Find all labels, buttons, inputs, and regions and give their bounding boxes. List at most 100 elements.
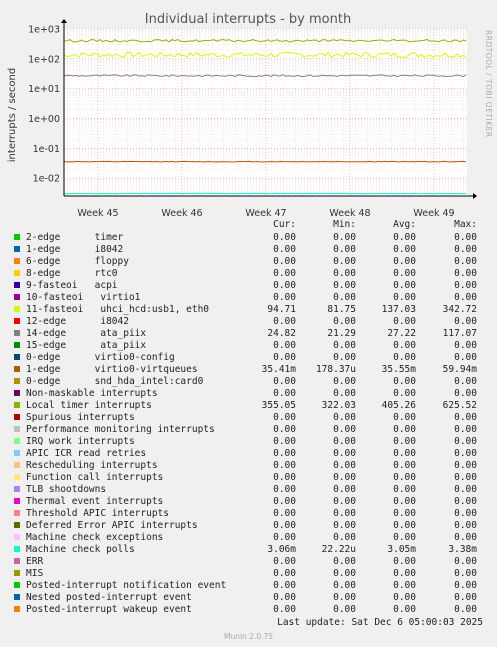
- legend-label: 0-edge virtio0-config: [26, 352, 175, 363]
- legend-value-max: 0.00: [454, 388, 477, 399]
- legend-value-avg: 0.00: [393, 424, 416, 435]
- chart: Individual interrupts - by month RRDTOOL…: [7, 12, 493, 219]
- x-tick-label: Week 45: [77, 208, 118, 219]
- legend-label: Thermal event interrupts: [26, 496, 164, 507]
- legend-value-max: 0.00: [454, 520, 477, 531]
- legend-swatch: [14, 582, 20, 588]
- legend-label: Posted-interrupt wakeup event: [26, 604, 192, 615]
- legend-label: 2-edge timer: [26, 232, 124, 243]
- legend-row: MIS 0.00 0.00 0.00 0.00: [0, 568, 497, 580]
- series-line: [63, 160, 467, 163]
- legend-value-max: 0.00: [454, 592, 477, 603]
- legend-row: Non-maskable interrupts 0.00 0.00 0.00 0.00: [0, 388, 497, 400]
- legend-value-avg: 0.00: [393, 532, 416, 543]
- legend-row: 11-fasteoi uhci_hcd:usb1, eth0 94.71 81.75…: [0, 304, 497, 316]
- legend-swatch: [14, 270, 20, 276]
- legend-value-max: 0.00: [454, 472, 477, 483]
- legend-label: Nested posted-interrupt event: [26, 592, 192, 603]
- y-axis-label: interrupts / second: [7, 68, 18, 162]
- legend-swatch: [14, 474, 20, 480]
- legend-value-max: 0.00: [454, 256, 477, 267]
- legend-value-avg: 0.00: [393, 448, 416, 459]
- legend-value-avg: 0.00: [393, 484, 416, 495]
- legend-label: 12-edge i8042: [26, 316, 129, 327]
- legend-swatch: [14, 390, 20, 396]
- legend-label: Threshold APIC interrupts: [26, 508, 169, 519]
- legend-swatch: [14, 258, 20, 264]
- legend-label: 0-edge snd_hda_intel:card0: [26, 376, 204, 387]
- legend-swatch: [14, 414, 20, 420]
- legend-row: Rescheduling interrupts 0.00 0.00 0.00 0.00: [0, 460, 497, 472]
- legend-value-avg: 0.00: [393, 292, 416, 303]
- legend-value-max: 0.00: [454, 352, 477, 363]
- legend-value-avg: 137.03: [381, 304, 416, 315]
- legend-swatch: [14, 294, 20, 300]
- legend-value-max: 0.00: [454, 532, 477, 543]
- legend-row: 12-edge i8042 0.00 0.00 0.00 0.00: [0, 316, 497, 328]
- legend-swatch: [14, 330, 20, 336]
- legend-label: 1-edge i8042: [26, 244, 124, 255]
- legend-swatch: [14, 438, 20, 444]
- legend-row: Thermal event interrupts 0.00 0.00 0.00 0.00: [0, 496, 497, 508]
- legend-value-max: 59.94m: [442, 364, 477, 375]
- legend-swatch: [14, 282, 20, 288]
- legend-row: Posted-interrupt notification event 0.00 0…: [0, 580, 497, 592]
- legend-value-avg: 0.00: [393, 268, 416, 279]
- legend-value-max: 0.00: [454, 316, 477, 327]
- legend-label: Performance monitoring interrupts: [26, 424, 215, 435]
- legend-label: Machine check polls: [26, 544, 135, 555]
- legend-label: 1-edge virtio0-virtqueues: [26, 364, 198, 375]
- legend-swatch: [14, 510, 20, 516]
- legend-value-max: 625.52: [442, 400, 477, 411]
- legend-swatch: [14, 426, 20, 432]
- legend-swatch: [14, 354, 20, 360]
- legend-value-avg: 0.00: [393, 568, 416, 579]
- legend-label: Spurious interrupts: [26, 412, 135, 423]
- legend-label: 9-fasteoi acpi: [26, 280, 118, 291]
- legend-value-max: 0.00: [454, 460, 477, 471]
- legend-value-max: 0.00: [454, 580, 477, 591]
- legend-value-max: 0.00: [454, 412, 477, 423]
- legend-row: APIC ICR read retries 0.00 0.00 0.00 0.00: [0, 448, 497, 460]
- col-avg: Avg:: [393, 219, 416, 230]
- legend-swatch: [14, 498, 20, 504]
- legend-label: IRQ work interrupts: [26, 436, 135, 447]
- legend-value-avg: 0.00: [393, 256, 416, 267]
- legend-header: Cur: Min: Avg: Max:: [0, 219, 497, 232]
- legend-value-avg: 0.00: [393, 316, 416, 327]
- legend-value-avg: 35.55m: [381, 364, 416, 375]
- legend-row: Local timer interrupts 355.05 322.03 405.26…: [0, 400, 497, 412]
- legend-label: 15-edge ata_piix: [26, 340, 147, 351]
- legend-label: 11-fasteoi uhci_hcd:usb1, eth0: [26, 304, 210, 315]
- munin-version: Munin 2.0.75: [223, 632, 274, 641]
- legend-swatch: [14, 486, 20, 492]
- legend-value-max: 0.00: [454, 292, 477, 303]
- legend-label: 14-edge ata_piix: [26, 328, 147, 339]
- legend-swatch: [14, 534, 20, 540]
- legend-row: ERR 0.00 0.00 0.00 0.00: [0, 556, 497, 568]
- legend-row: 1-edge virtio0-virtqueues 35.41m 178.37u 35…: [0, 364, 497, 376]
- last-update: Last update: Sat Dec 6 05:00:03 2025: [277, 617, 483, 628]
- legend-row: IRQ work interrupts 0.00 0.00 0.00 0.00: [0, 436, 497, 448]
- legend-row: 2-edge timer 0.00 0.00 0.00 0.00: [0, 232, 497, 244]
- legend-value-avg: 0.00: [393, 436, 416, 447]
- x-tick-label: Week 48: [329, 208, 370, 219]
- legend-label: 10-fasteoi virtio1: [26, 292, 141, 303]
- legend-swatch: [14, 522, 20, 528]
- legend-value-max: 0.00: [454, 340, 477, 351]
- legend-value-avg: 0.00: [393, 580, 416, 591]
- chart-title: Individual interrupts - by month: [145, 12, 351, 27]
- legend-row: Nested posted-interrupt event 0.00 0.00 0.0…: [0, 592, 497, 604]
- legend-swatch: [14, 318, 20, 324]
- legend-value-avg: 0.00: [393, 472, 416, 483]
- rrdtool-credit: RRDTOOL / TOBI OETIKER: [484, 30, 493, 138]
- legend-value-avg: 0.00: [393, 592, 416, 603]
- legend-label: Non-maskable interrupts: [26, 388, 158, 399]
- legend-label: MIS: [26, 568, 44, 579]
- legend-label: APIC ICR read retries: [26, 448, 147, 459]
- legend-row: 9-fasteoi acpi 0.00 0.00 0.00 0.00: [0, 280, 497, 292]
- y-tick-label: 1e+01: [28, 84, 60, 95]
- legend-value-avg: 0.00: [393, 376, 416, 387]
- legend-value-max: 0.00: [454, 568, 477, 579]
- legend-row: 14-edge ata_piix 24.82 21.29 27.22 117.07: [0, 328, 497, 340]
